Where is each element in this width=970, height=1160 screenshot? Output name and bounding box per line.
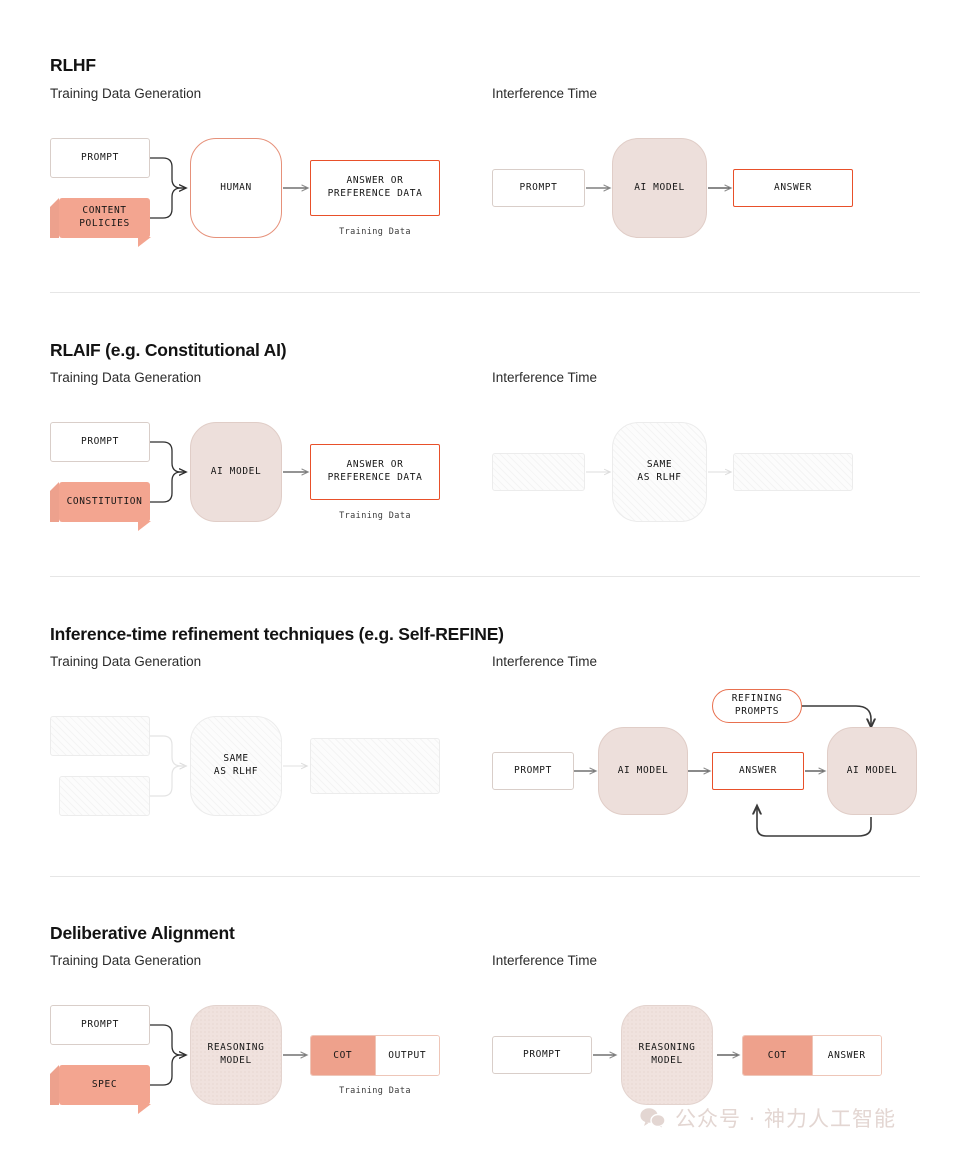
wire-refine-merge-ghost: [150, 735, 186, 797]
col-label-training-refine: Training Data Generation: [50, 654, 202, 669]
doc-fold-icon: [50, 1065, 59, 1105]
watermark: 公众号 · 神力人工智能: [640, 1103, 896, 1133]
node-output-training[interactable]: OUTPUT: [374, 1036, 439, 1075]
node-reasoning-model-training[interactable]: REASONING MODEL: [190, 1005, 282, 1105]
section-title-self-refine: Inference-time refinement techniques (e.…: [50, 624, 504, 644]
node-answer-refine[interactable]: ANSWER: [712, 752, 804, 790]
node-content-policies[interactable]: CONTENT POLICIES: [50, 198, 151, 247]
node-label: SPEC: [91, 1078, 118, 1090]
doc-fold-icon: [50, 198, 59, 238]
node-ai-model-rlhf[interactable]: AI MODEL: [612, 138, 707, 238]
node-refining-prompts[interactable]: REFINING PROMPTS: [712, 689, 802, 723]
section-title-rlhf: RLHF: [50, 55, 96, 75]
doc-tail-icon: [138, 237, 151, 247]
node-output-refine-training-ghost: [310, 738, 440, 794]
node-cot-inference[interactable]: COT: [743, 1036, 812, 1075]
diagram-page: RLHF Training Data Generation Interferen…: [0, 0, 970, 1160]
col-label-training-delib: Training Data Generation: [50, 953, 202, 968]
node-prompt-rlaif-training[interactable]: PROMPT: [50, 422, 150, 462]
node-inference-output-split[interactable]: COT ANSWER: [742, 1035, 882, 1076]
node-same-as-rlhf-refine: SAME AS RLHF: [190, 716, 282, 816]
node-prompt-rlhf-inference[interactable]: PROMPT: [492, 169, 585, 207]
node-label: CONSTITUTION: [66, 495, 143, 507]
wechat-icon: [640, 1108, 666, 1129]
divider-1: [50, 292, 920, 293]
watermark-text: 公众号 · 神力人工智能: [675, 1107, 897, 1131]
doc-tail-icon: [138, 1104, 151, 1114]
wire-delib-merge: [150, 1024, 186, 1086]
node-answer-inference[interactable]: ANSWER: [811, 1036, 881, 1075]
node-reasoning-model-inference[interactable]: REASONING MODEL: [621, 1005, 713, 1105]
node-same-as-rlhf-rlaif: SAME AS RLHF: [612, 422, 707, 522]
node-human[interactable]: HUMAN: [190, 138, 282, 238]
node-label: CONTENT POLICIES: [79, 205, 130, 229]
node-prompt-rlaif-inference-ghost: [492, 453, 585, 491]
node-prompt-refine-inference[interactable]: PROMPT: [492, 752, 574, 790]
section-title-deliberative: Deliberative Alignment: [50, 923, 235, 943]
node-cot-training[interactable]: COT: [311, 1036, 375, 1075]
node-prompt-delib-training[interactable]: PROMPT: [50, 1005, 150, 1045]
doc-fold-icon: [50, 482, 59, 522]
node-answer-rlhf[interactable]: ANSWER: [733, 169, 853, 207]
node-answer-or-preference-data-rlaif[interactable]: ANSWER OR PREFERENCE DATA: [310, 444, 440, 500]
node-ai-model-refine-2[interactable]: AI MODEL: [827, 727, 917, 815]
node-prompt-rlhf-training[interactable]: PROMPT: [50, 138, 150, 178]
node-answer-or-preference-data-rlhf[interactable]: ANSWER OR PREFERENCE DATA: [310, 160, 440, 216]
divider-2: [50, 576, 920, 577]
caption-training-data-delib: Training Data: [339, 1086, 411, 1096]
wire-refining-prompts: [802, 705, 871, 727]
col-label-inference-refine: Interference Time: [492, 654, 598, 669]
wire-rlhf-merge: [150, 157, 186, 219]
node-ai-model-refine-1[interactable]: AI MODEL: [598, 727, 688, 815]
col-label-training-rlaif: Training Data Generation: [50, 370, 202, 385]
divider-3: [50, 876, 920, 877]
node-prompt-refine-training-ghost: [50, 716, 150, 756]
wire-rlaif-merge: [150, 441, 186, 503]
col-label-inference-rlhf: Interference Time: [492, 86, 598, 101]
node-prompt-delib-inference[interactable]: PROMPT: [492, 1036, 592, 1074]
col-label-training-rlhf: Training Data Generation: [50, 86, 202, 101]
caption-training-data-rlaif: Training Data: [339, 511, 411, 521]
node-constitution[interactable]: CONSTITUTION: [50, 482, 151, 531]
node-spec[interactable]: SPEC: [50, 1065, 151, 1114]
caption-training-data-rlhf: Training Data: [339, 227, 411, 237]
doc-tail-icon: [138, 521, 151, 531]
node-training-output-split[interactable]: COT OUTPUT: [310, 1035, 440, 1076]
node-ai-model-rlaif-training[interactable]: AI MODEL: [190, 422, 282, 522]
section-title-rlaif: RLAIF (e.g. Constitutional AI): [50, 340, 287, 360]
col-label-inference-rlaif: Interference Time: [492, 370, 598, 385]
node-policy-refine-training-ghost: [59, 776, 150, 816]
col-label-inference-delib: Interference Time: [492, 953, 598, 968]
node-answer-rlaif-ghost: [733, 453, 853, 491]
